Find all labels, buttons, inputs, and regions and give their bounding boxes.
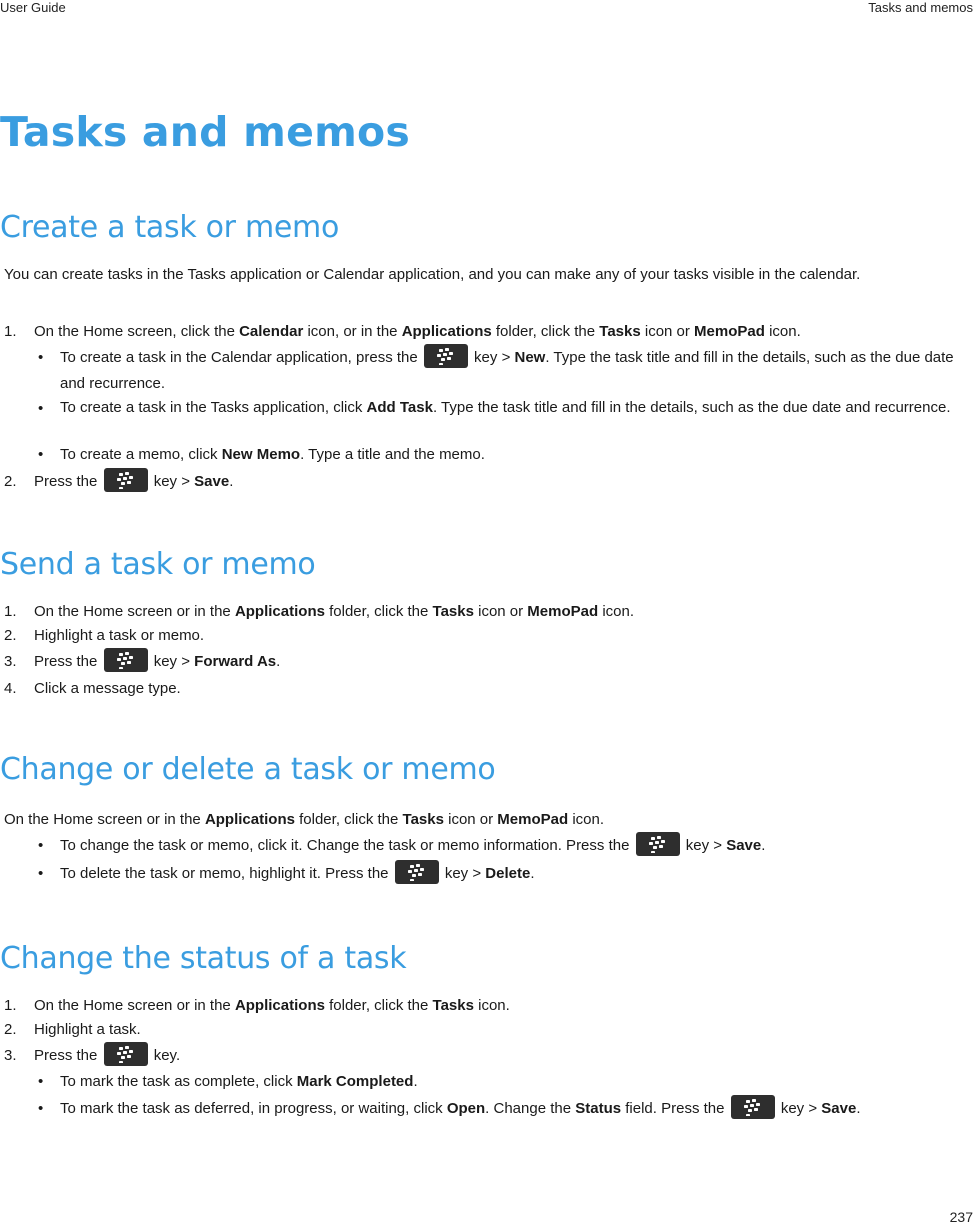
section-heading-change-delete: Change or delete a task or memo — [0, 752, 496, 787]
key-dot — [755, 1103, 760, 1107]
menu-key-icon — [103, 1042, 148, 1067]
key-dot — [118, 1047, 123, 1051]
key-dot — [116, 478, 121, 482]
key-dot — [444, 348, 449, 352]
menu-key-icon — [394, 860, 439, 885]
key-dot — [413, 869, 418, 873]
key-dot — [648, 842, 653, 846]
key-dot — [438, 363, 443, 366]
key-dot — [120, 1056, 125, 1060]
menu-key-icon — [423, 344, 468, 369]
key-dot — [751, 1099, 756, 1103]
key-dot — [124, 472, 129, 476]
key-dot — [126, 661, 131, 665]
key-dot — [122, 657, 127, 661]
key-dot — [407, 870, 412, 874]
key-dot — [650, 851, 655, 854]
section-intro-create: You can create tasks in the Tasks applic… — [4, 266, 861, 283]
key-dot — [122, 1051, 127, 1055]
key-dot — [747, 1109, 752, 1113]
key-dot — [656, 836, 661, 840]
key-dot — [116, 658, 121, 662]
key-dot — [118, 473, 123, 477]
key-dot — [448, 352, 453, 356]
key-dot — [419, 868, 424, 872]
key-dot — [658, 845, 663, 849]
page-title: Tasks and memos — [0, 108, 410, 156]
section-heading-create: Create a task or memo — [0, 210, 340, 245]
section-heading-status: Change the status of a task — [0, 941, 407, 976]
key-dot — [120, 662, 125, 666]
key-dot — [128, 1050, 133, 1054]
key-dot — [440, 358, 445, 362]
menu-key-icon — [103, 648, 148, 673]
key-dot — [118, 1061, 123, 1064]
key-dot — [753, 1108, 758, 1112]
key-dot — [118, 653, 123, 657]
key-dot — [749, 1104, 754, 1108]
menu-key-icon — [635, 832, 680, 857]
key-dot — [415, 864, 420, 868]
key-dot — [436, 354, 441, 358]
key-dot — [124, 652, 129, 656]
key-dot — [417, 873, 422, 877]
key-dot — [128, 476, 133, 480]
key-dot — [745, 1100, 750, 1104]
key-dot — [126, 481, 131, 485]
key-dot — [438, 349, 443, 353]
running-header-right: Tasks and memos — [868, 0, 973, 15]
key-dot — [409, 879, 414, 882]
key-dot — [116, 1052, 121, 1056]
key-dot — [446, 357, 451, 361]
menu-key-icon — [103, 468, 148, 493]
menu-key-icon — [730, 1095, 775, 1120]
key-dot — [650, 837, 655, 841]
key-dot — [124, 1046, 129, 1050]
key-dot — [126, 1055, 131, 1059]
section-heading-send: Send a task or memo — [0, 547, 316, 582]
section-intro-change-delete: On the Home screen or in the Application… — [4, 811, 605, 828]
key-dot — [122, 477, 127, 481]
key-dot — [660, 840, 665, 844]
key-dot — [118, 487, 123, 490]
key-dot — [128, 656, 133, 660]
key-dot — [409, 865, 414, 869]
key-dot — [118, 667, 123, 670]
key-dot — [442, 353, 447, 357]
key-dot — [120, 482, 125, 486]
key-dot — [745, 1114, 750, 1117]
running-header-left: User Guide — [0, 0, 66, 15]
key-dot — [654, 841, 659, 845]
key-dot — [652, 846, 657, 850]
page-number: 237 — [949, 1209, 973, 1225]
key-dot — [411, 874, 416, 878]
key-dot — [743, 1105, 748, 1109]
